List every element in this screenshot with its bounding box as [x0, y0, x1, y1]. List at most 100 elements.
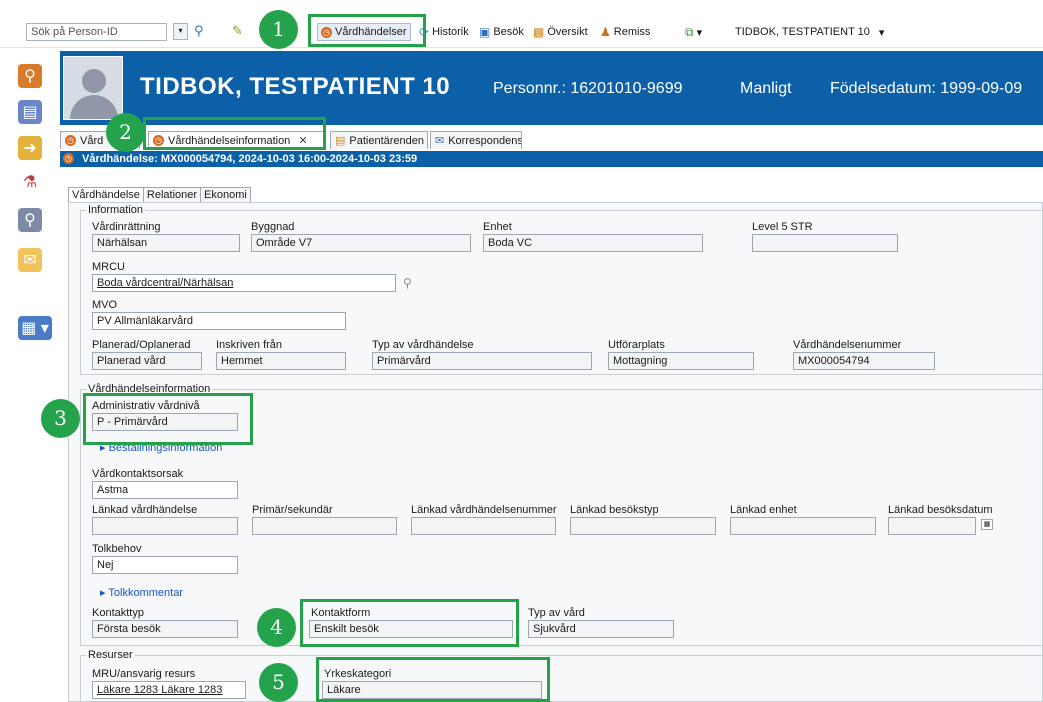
envelope-icon: ✉: [435, 135, 445, 147]
group-title: Information: [86, 204, 146, 216]
patient-selector-label: TIDBOK, TESTPATIENT 10: [735, 26, 870, 38]
search-dropdown-button[interactable]: ▾: [173, 23, 188, 40]
field-label: Vårdinrättning: [92, 221, 161, 233]
field-label: Typ av vårdhändelse: [372, 339, 474, 351]
typ-av-vard-field[interactable]: Sjukvård: [528, 620, 674, 638]
tolkbehov-field[interactable]: Nej: [92, 556, 238, 574]
lab-icon[interactable]: ⚗: [18, 170, 42, 194]
chevron-down-icon: ▾: [878, 26, 885, 39]
event-title-bar: ◷ Vårdhändelse: MX000054794, 2024-10-03 …: [60, 151, 1043, 167]
search-icon[interactable]: ⚲: [403, 276, 412, 290]
lankad-besokstyp-field[interactable]: [570, 517, 716, 535]
primar-sekundar-field[interactable]: [252, 517, 397, 535]
field-label: MRCU: [92, 261, 125, 273]
highlight-box: [83, 393, 253, 445]
field-label: Byggnad: [251, 221, 295, 233]
kontakttyp-field[interactable]: Första besök: [92, 620, 238, 638]
field-label: Länkad vårdhändelse: [92, 504, 198, 516]
byggnad-field[interactable]: Område V7: [251, 234, 471, 252]
tab-label: Korrespondens: [448, 134, 522, 147]
toolbar-item-label: Historik: [432, 26, 469, 38]
inskriven-field[interactable]: Hemmet: [216, 352, 346, 370]
event-title: Vårdhändelse: MX000054794, 2024-10-03 16…: [82, 153, 418, 165]
overview-icon: ▩: [533, 25, 545, 39]
typ-vardhandelse-field[interactable]: Primärvård: [372, 352, 592, 370]
vardkontaktsorsak-field[interactable]: Astma: [92, 481, 238, 499]
field-label: Länkad vårdhändelsenummer: [411, 504, 557, 516]
level5-str-field[interactable]: [752, 234, 898, 252]
folder-icon: ▤: [335, 135, 346, 147]
planerad-field[interactable]: Planerad vård: [92, 352, 202, 370]
mrcu-field[interactable]: Boda vårdcentral/Närhälsan: [92, 274, 396, 292]
highlight-box: [300, 599, 519, 647]
patient-name: TIDBOK, TESTPATIENT 10: [140, 73, 451, 100]
utforarplats-field[interactable]: Mottagning: [608, 352, 754, 370]
personnummer: Personnr.: 16201010-9699: [493, 80, 683, 97]
toolbar-besok-button[interactable]: ▣ Besök: [479, 23, 524, 41]
highlight-box: [143, 117, 326, 150]
search-document-icon[interactable]: ⚲: [18, 208, 42, 232]
field-label: Typ av vård: [528, 607, 585, 619]
field-label: Utförarplats: [608, 339, 665, 351]
patient-search-icon[interactable]: ⚲: [18, 64, 42, 88]
toolbar-item-label: Besök: [493, 26, 524, 38]
field-label: Kontakttyp: [92, 607, 144, 619]
tab-korrespondens[interactable]: ✉ Korrespondens: [430, 131, 522, 149]
toolbar-oversikt-button[interactable]: ▩ Översikt: [533, 23, 588, 41]
field-label: Vårdhändelsenummer: [793, 339, 902, 351]
mail-icon[interactable]: ✉: [18, 248, 42, 272]
mru-field[interactable]: Läkare 1283 Läkare 1283: [92, 681, 246, 699]
field-label: MRU/ansvarig resurs: [92, 668, 196, 680]
windows-icon: ⧉: [685, 24, 694, 39]
tab-patientarenden[interactable]: ▤ Patientärenden: [330, 131, 428, 149]
callout-2: 2: [106, 113, 145, 152]
field-label: Enhet: [483, 221, 512, 233]
toolbar-remiss-button[interactable]: ♟ Remiss: [600, 23, 650, 41]
sub-tabs: Vårdhändelse Relationer Ekonomi: [68, 187, 251, 203]
clock-icon: ◷: [63, 153, 74, 164]
person-id-search-input[interactable]: Sök på Person-ID: [26, 23, 167, 41]
window-menu-button[interactable]: ⧉ ▾: [685, 23, 702, 41]
field-label: Primär/sekundär: [252, 504, 333, 516]
lankad-vardhandelse-field[interactable]: [92, 517, 238, 535]
field-label: Vårdkontaktsorsak: [92, 468, 184, 480]
field-label: MVO: [92, 299, 118, 311]
journal-icon[interactable]: ▤: [18, 100, 42, 124]
field-label: Länkad besöksdatum: [888, 504, 993, 516]
highlight-box: [308, 14, 426, 47]
patient-selector[interactable]: TIDBOK, TESTPATIENT 10 ▾: [735, 23, 884, 41]
highlight-box: [316, 657, 550, 702]
export-icon[interactable]: ➜: [18, 136, 42, 160]
building-menu-icon[interactable]: ▦ ▾: [18, 316, 52, 340]
left-sidebar: ⚲ ▤ ➜ ⚗ ⚲ ✉ ▦ ▾: [0, 48, 60, 702]
lankad-nummer-field[interactable]: [411, 517, 556, 535]
subtab-ekonomi[interactable]: Ekonomi: [200, 187, 251, 203]
tolkkommentar-expander[interactable]: ▸ Tolkkommentar: [100, 586, 183, 599]
book-icon: ▣: [479, 25, 491, 39]
subtab-vardhandelse[interactable]: Vårdhändelse: [68, 187, 144, 203]
tab-label: Patientärenden: [349, 134, 425, 147]
toolbar-historik-button[interactable]: ⟳ Historik: [419, 23, 469, 41]
gender: Manligt: [740, 80, 792, 97]
toolbar-item-label: Översikt: [547, 26, 588, 38]
field-label: Länkad enhet: [730, 504, 797, 516]
tab-label: Vård: [80, 134, 104, 147]
calendar-icon[interactable]: ▦: [981, 519, 993, 530]
field-label: Länkad besökstyp: [570, 504, 659, 516]
subtab-relationer[interactable]: Relationer: [142, 187, 202, 203]
patient-header: TIDBOK, TESTPATIENT 10 Personnr.: 162010…: [60, 51, 1043, 125]
field-label: Tolkbehov: [92, 543, 142, 555]
avatar: [63, 56, 123, 120]
vardinrattning-field[interactable]: Närhälsan: [92, 234, 240, 252]
callout-5: 5: [259, 663, 298, 702]
vardhandelsenummer-field[interactable]: MX000054794: [793, 352, 935, 370]
lankad-datum-field[interactable]: [888, 517, 976, 535]
edit-icon[interactable]: ✎: [232, 24, 243, 38]
mvo-field[interactable]: PV Allmänläkarvård: [92, 312, 346, 330]
enhet-field[interactable]: Boda VC: [483, 234, 703, 252]
referral-icon: ♟: [600, 25, 611, 39]
search-icon[interactable]: ⚲: [194, 24, 204, 38]
lankad-enhet-field[interactable]: [730, 517, 876, 535]
callout-4: 4: [257, 608, 296, 647]
group-title: Resurser: [86, 649, 135, 661]
